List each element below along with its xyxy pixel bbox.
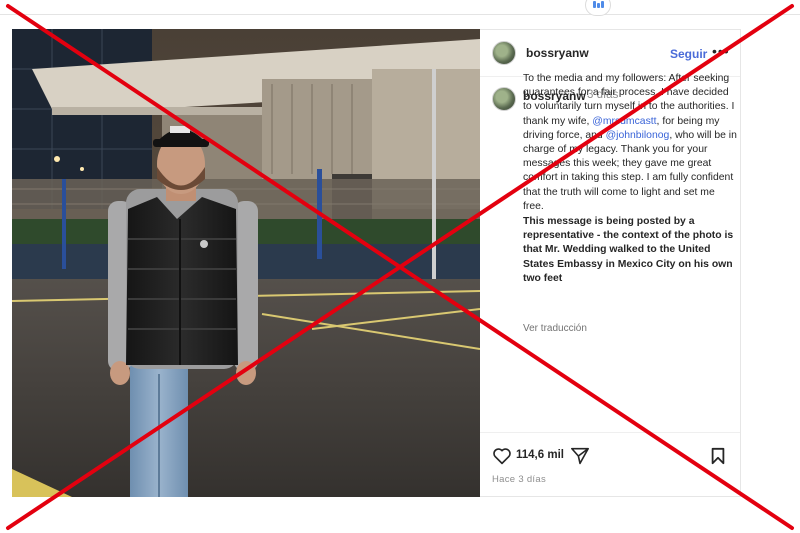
post-photo[interactable] xyxy=(12,29,480,497)
heart-icon[interactable] xyxy=(492,447,512,465)
post-date[interactable]: Hace 3 días xyxy=(492,474,546,485)
caption-avatar[interactable] xyxy=(492,87,516,111)
mention-link-1[interactable]: @mrsdmcastt xyxy=(592,116,656,127)
username[interactable]: bossryanw xyxy=(526,46,589,60)
post-actions: 114,6 mil Hace 3 días xyxy=(480,432,740,499)
embassy-photo-image xyxy=(12,29,480,497)
caption-text-3: , who will be in charge of my legacy. Th… xyxy=(523,129,737,212)
see-translation-link[interactable]: Ver traducción xyxy=(523,323,587,334)
share-icon[interactable] xyxy=(570,447,590,465)
more-options-icon[interactable]: ••• xyxy=(712,43,730,59)
bookmark-icon[interactable] xyxy=(710,447,726,465)
post-caption: To the media and my followers: After see… xyxy=(523,72,738,286)
mention-link-2[interactable]: @johnbilonog xyxy=(606,130,670,141)
like-count[interactable]: 114,6 mil xyxy=(516,449,564,461)
post-header: bossryanw Seguir ••• xyxy=(480,30,740,77)
caption-bold-note: This message is being posted by a repres… xyxy=(523,216,734,284)
avatar[interactable] xyxy=(492,41,516,65)
top-bar xyxy=(0,0,800,15)
follow-button[interactable]: Seguir xyxy=(670,47,707,61)
